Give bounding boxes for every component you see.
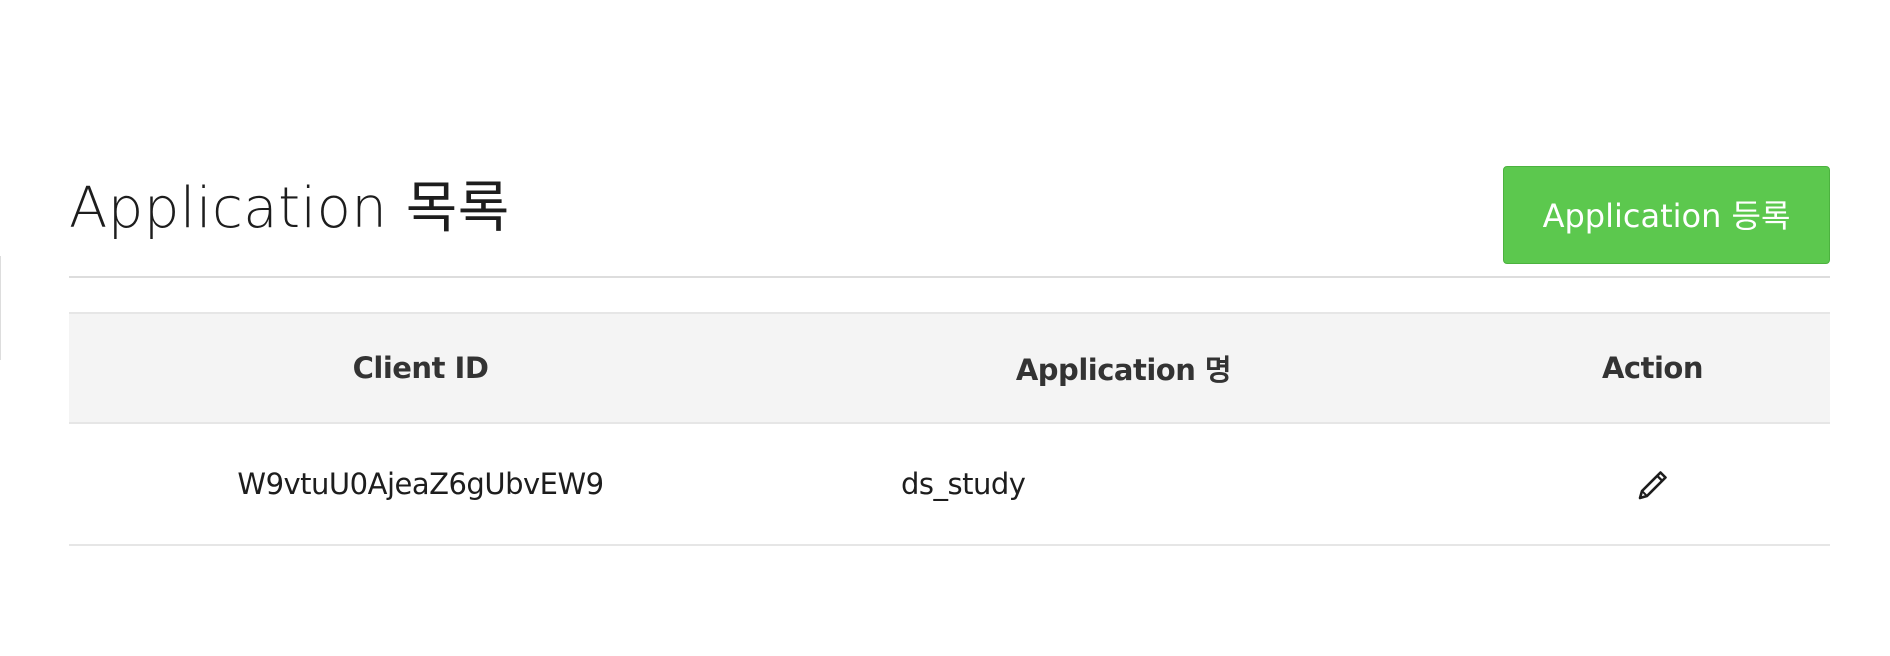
table-header-row: Client ID Application 명 Action [69, 312, 1830, 424]
client-id-cell: W9vtuU0AjeaZ6gUbvEW9 [69, 423, 772, 546]
pencil-edit-icon [1638, 471, 1667, 500]
table-row: W9vtuU0AjeaZ6gUbvEW9 ds_study [69, 423, 1830, 546]
column-header-action: Action [1475, 312, 1830, 424]
page-header: Application 목록 Application 등록 [69, 166, 1830, 278]
column-header-application-name: Application 명 [772, 312, 1475, 424]
table-body: W9vtuU0AjeaZ6gUbvEW9 ds_study [69, 423, 1830, 546]
application-list-page: Application 목록 Application 등록 Client ID … [0, 0, 1890, 656]
application-table-container: Client ID Application 명 Action W9vtuU0Aj… [69, 312, 1830, 546]
action-cell [1475, 423, 1830, 546]
column-header-client-id: Client ID [69, 312, 772, 424]
register-application-button[interactable]: Application 등록 [1503, 166, 1830, 264]
application-name: ds_study [901, 467, 1026, 501]
page-title: Application 목록 [69, 176, 510, 241]
left-edge-divider [0, 256, 1, 360]
edit-application-button[interactable] [1636, 468, 1670, 502]
application-table: Client ID Application 명 Action W9vtuU0Aj… [69, 312, 1830, 546]
application-name-cell: ds_study [772, 423, 1475, 546]
table-header: Client ID Application 명 Action [69, 312, 1830, 424]
